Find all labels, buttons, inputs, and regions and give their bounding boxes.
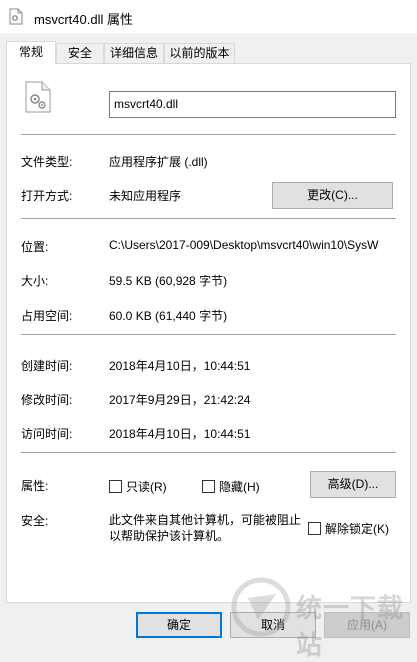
file-name-input[interactable]: msvcrt40.dll bbox=[109, 91, 396, 118]
tab-security[interactable]: 安全 bbox=[56, 43, 104, 63]
watermark-text: 统一下载站 bbox=[296, 594, 405, 661]
hidden-checkbox-label: 隐藏(H) bbox=[219, 480, 260, 494]
created-label: 创建时间: bbox=[21, 359, 73, 373]
advanced-button[interactable]: 高级(D)... bbox=[310, 471, 396, 498]
separator bbox=[21, 452, 396, 453]
general-panel: msvcrt40.dll 文件类型: 应用程序扩展 (.dll) 打开方式: 未… bbox=[6, 63, 411, 603]
location-label: 位置: bbox=[21, 240, 49, 254]
size-label: 大小: bbox=[21, 274, 49, 288]
window-title: msvcrt40.dll 属性 bbox=[34, 12, 133, 27]
security-message: 此文件来自其他计算机，可能被阻止 以帮助保护该计算机。 bbox=[109, 512, 301, 544]
change-button[interactable]: 更改(C)... bbox=[272, 182, 393, 209]
location-value: C:\Users\2017-009\Desktop\msvcrt40\win10… bbox=[109, 238, 379, 252]
open-with-label: 打开方式: bbox=[21, 189, 73, 203]
separator bbox=[21, 134, 396, 135]
security-message-line: 以帮助保护该计算机。 bbox=[109, 529, 230, 543]
modified-label: 修改时间: bbox=[21, 393, 73, 407]
document-icon bbox=[9, 8, 23, 25]
size-value: 59.5 KB (60,928 字节) bbox=[109, 274, 228, 288]
hidden-checkbox-box[interactable] bbox=[202, 480, 215, 493]
dll-file-icon bbox=[25, 81, 51, 113]
size-on-disk-value: 60.0 KB (61,440 字节) bbox=[109, 309, 228, 323]
file-type-label: 文件类型: bbox=[21, 155, 73, 169]
tab-previous-versions[interactable]: 以前的版本 bbox=[164, 43, 235, 63]
readonly-checkbox-box[interactable] bbox=[109, 480, 122, 493]
security-message-line: 此文件来自其他计算机，可能被阻止 bbox=[109, 513, 302, 527]
ok-button[interactable]: 确定 bbox=[136, 612, 222, 638]
open-with-value: 未知应用程序 bbox=[109, 189, 182, 203]
tab-general[interactable]: 常规 bbox=[6, 41, 56, 64]
tab-details[interactable]: 详细信息 bbox=[104, 43, 164, 63]
watermark: 统一下载站 bbox=[230, 570, 415, 661]
unblock-checkbox-label: 解除锁定(K) bbox=[325, 522, 389, 536]
separator bbox=[21, 334, 396, 335]
size-on-disk-label: 占用空间: bbox=[21, 309, 73, 323]
attributes-label: 属性: bbox=[21, 479, 49, 493]
security-label: 安全: bbox=[21, 514, 49, 528]
unblock-checkbox-box[interactable] bbox=[308, 522, 321, 535]
file-type-value: 应用程序扩展 (.dll) bbox=[109, 155, 208, 169]
accessed-label: 访问时间: bbox=[21, 427, 73, 441]
separator bbox=[21, 218, 396, 219]
unblock-checkbox[interactable]: 解除锁定(K) bbox=[308, 520, 389, 537]
readonly-checkbox[interactable]: 只读(R) bbox=[109, 478, 167, 495]
hidden-checkbox[interactable]: 隐藏(H) bbox=[202, 478, 260, 495]
title-bar: msvcrt40.dll 属性 bbox=[0, 0, 417, 33]
created-value: 2018年4月10日，10:44:51 bbox=[109, 359, 251, 373]
modified-value: 2017年9月29日，21:42:24 bbox=[109, 393, 251, 407]
readonly-checkbox-label: 只读(R) bbox=[126, 480, 167, 494]
accessed-value: 2018年4月10日，10:44:51 bbox=[109, 427, 251, 441]
watermark-logo-icon bbox=[231, 577, 291, 637]
